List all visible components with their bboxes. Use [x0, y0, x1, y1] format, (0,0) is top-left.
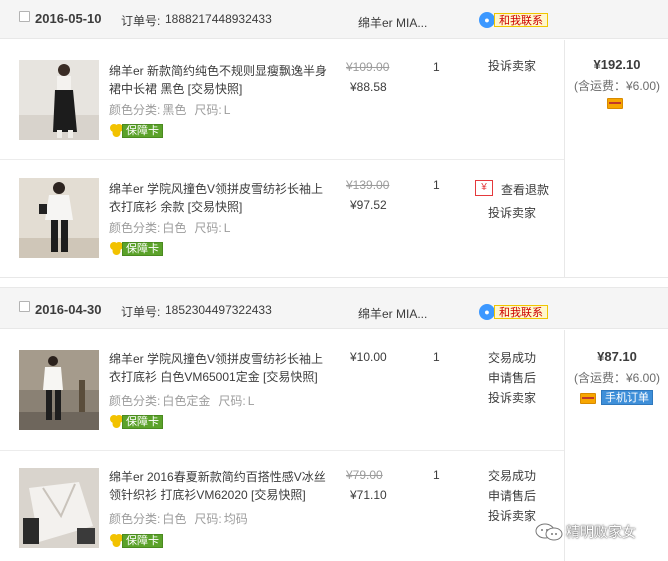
order-total: ¥87.10	[597, 349, 637, 364]
order-number: 1852304497322433	[165, 303, 272, 317]
order-checkbox[interactable]	[19, 11, 30, 22]
quantity: 1	[433, 350, 440, 364]
product-attributes: 颜色分类: 黑色 尺码: L	[109, 101, 238, 118]
watermark: 精明败家女	[534, 520, 668, 544]
quantity: 1	[433, 468, 440, 482]
guarantee-label: 保障卡	[122, 242, 163, 256]
order-total-column: ¥192.10 (含运费：¥6.00)	[564, 40, 668, 278]
order-status[interactable]: 交易成功	[488, 466, 536, 486]
color-label: 颜色分类:	[109, 512, 161, 526]
size-value: L	[247, 394, 255, 408]
order-number-label: 订单号:	[121, 14, 161, 28]
order-header: 2016-05-10 订单号: 1888217448932433 绵羊er MI…	[0, 0, 668, 39]
request-aftersale-link[interactable]: 申请售后	[488, 486, 536, 506]
product-photo-icon	[19, 178, 99, 258]
order-checkbox[interactable]	[19, 301, 30, 312]
product-thumbnail[interactable]	[19, 468, 99, 548]
order-status[interactable]: 交易成功	[488, 348, 536, 368]
wechat-icon	[535, 523, 563, 541]
product-title-link[interactable]: 绵羊er 学院风撞色V领拼皮雪纺衫长袖上衣打底衫 余款 [交易快照]	[109, 180, 333, 216]
color-value: 白色	[162, 221, 187, 235]
shipping-fee: (含运费：¥6.00)	[573, 371, 661, 385]
size-value: L	[223, 221, 231, 235]
color-value: 白色定金	[162, 394, 211, 408]
paid-price: ¥97.52	[350, 198, 387, 212]
card-payment-icon	[607, 98, 623, 109]
size-label: 尺码:	[194, 221, 222, 235]
order-header: 2016-04-30 订单号: 1852304497322433 绵羊er MI…	[0, 288, 668, 329]
original-price: ¥109.00	[346, 60, 390, 74]
complain-seller-link[interactable]: 投诉卖家	[488, 56, 536, 76]
guarantee-label: 保障卡	[122, 415, 163, 429]
mobile-order-tag: 手机订单	[601, 390, 653, 405]
product-title-link[interactable]: 绵羊er 2016春夏新款简约百搭性感V冰丝领针织衫 打底衫VM62020 [交…	[109, 468, 333, 504]
quantity: 1	[433, 178, 440, 192]
color-label: 颜色分类:	[109, 103, 161, 117]
request-aftersale-link[interactable]: 申请售后	[488, 368, 536, 388]
product-attributes: 颜色分类: 白色 尺码: 均码	[109, 510, 256, 527]
order-number-label: 订单号:	[121, 305, 161, 319]
product-photo-icon	[19, 350, 99, 430]
order-total: ¥192.10	[593, 57, 641, 72]
guarantee-label: 保障卡	[122, 124, 163, 138]
item-divider	[0, 450, 564, 451]
order-number: 1888217448932433	[165, 12, 272, 26]
order-date: 2016-05-10	[35, 11, 102, 26]
product-thumbnail[interactable]	[19, 350, 99, 430]
refund-icon: ¥	[475, 180, 493, 196]
product-attributes: 颜色分类: 白色定金 尺码: L	[109, 392, 262, 409]
size-value: 均码	[223, 512, 248, 526]
chat-icon: ●	[479, 12, 495, 28]
color-value: 白色	[162, 512, 187, 526]
original-price: ¥79.00	[346, 468, 383, 482]
view-refund-label: 查看退款	[501, 183, 550, 197]
item-divider	[0, 159, 564, 160]
complain-seller-link[interactable]: 投诉卖家	[488, 506, 536, 526]
contact-label: 和我联系	[494, 305, 548, 319]
complain-seller-link[interactable]: 投诉卖家	[488, 203, 536, 223]
color-label: 颜色分类:	[109, 394, 161, 408]
card-payment-icon	[580, 393, 596, 404]
watermark-text: 精明败家女	[566, 524, 636, 540]
product-thumbnail[interactable]	[19, 60, 99, 140]
size-label: 尺码:	[194, 103, 222, 117]
size-value: L	[223, 103, 231, 117]
size-label: 尺码:	[218, 394, 246, 408]
product-photo-icon	[19, 468, 99, 548]
contact-label: 和我联系	[494, 13, 548, 27]
original-price: ¥139.00	[346, 178, 390, 192]
product-thumbnail[interactable]	[19, 178, 99, 258]
paid-price: ¥88.58	[350, 80, 387, 94]
shop-name-link[interactable]: 绵羊er MIA...	[358, 14, 427, 31]
product-photo-icon	[19, 60, 99, 140]
product-title-link[interactable]: 绵羊er 学院风撞色V领拼皮雪纺衫长袖上衣打底衫 白色VM65001定金 [交易…	[109, 350, 333, 386]
product-attributes: 颜色分类: 白色 尺码: L	[109, 219, 238, 236]
size-label: 尺码:	[194, 512, 222, 526]
guarantee-label: 保障卡	[122, 534, 163, 548]
paid-price: ¥71.10	[350, 488, 387, 502]
order-date: 2016-04-30	[35, 302, 102, 317]
chat-icon: ●	[479, 304, 495, 320]
shipping-fee: (含运费：¥6.00)	[573, 79, 661, 93]
product-title-link[interactable]: 绵羊er 新款简约纯色不规则显瘦飘逸半身裙中长裙 黑色 [交易快照]	[109, 62, 333, 98]
shop-name-link[interactable]: 绵羊er MIA...	[358, 305, 427, 322]
complain-seller-link[interactable]: 投诉卖家	[488, 388, 536, 408]
order-block: 2016-05-10 订单号: 1888217448932433 绵羊er MI…	[0, 0, 668, 278]
quantity: 1	[433, 60, 440, 74]
color-label: 颜色分类:	[109, 221, 161, 235]
paid-price: ¥10.00	[350, 350, 387, 364]
color-value: 黑色	[162, 103, 187, 117]
